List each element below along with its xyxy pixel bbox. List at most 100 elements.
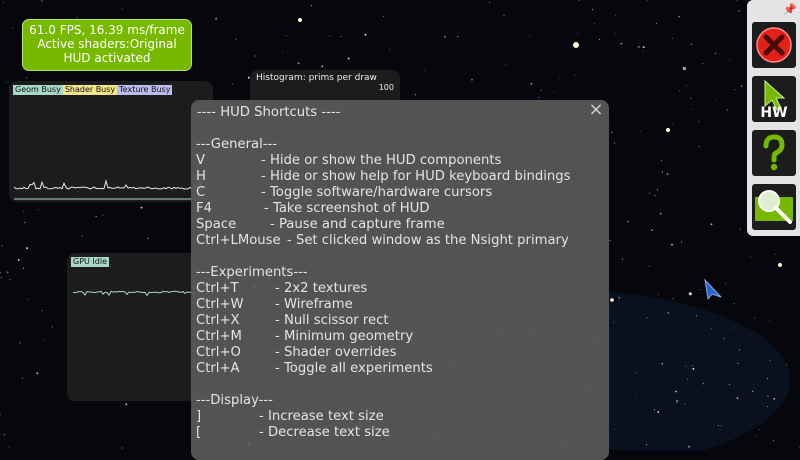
star [661, 160, 662, 161]
star [141, 207, 143, 209]
shortcut-desc: - Wireframe [275, 297, 353, 313]
star [286, 35, 287, 36]
star [699, 289, 700, 290]
star [767, 406, 768, 407]
star [660, 213, 662, 215]
star [737, 397, 739, 399]
star [693, 368, 695, 370]
busy-graph-panel: Geom Busy Shader Busy Texture Busy [9, 81, 213, 202]
shortcut-row: Ctrl+X- Null scissor rect [196, 313, 308, 329]
star [686, 366, 687, 367]
star [52, 327, 53, 328]
hud-shortcuts-panel: × ---- HUD Shortcuts ---- ---General--- … [191, 100, 609, 460]
bright-star [778, 263, 782, 267]
star [96, 216, 97, 217]
star [612, 132, 613, 133]
star [758, 429, 759, 430]
star [594, 23, 595, 24]
star [733, 329, 734, 330]
star [471, 79, 473, 81]
star [658, 294, 659, 295]
star [686, 85, 687, 86]
star [773, 398, 775, 400]
star [718, 425, 719, 426]
star [102, 215, 103, 216]
shortcut-desc: - Pause and capture frame [270, 217, 445, 233]
star [148, 238, 149, 239]
hardware-cursor-button[interactable]: HW [752, 76, 796, 122]
star [554, 91, 555, 92]
star [122, 448, 123, 449]
star [741, 85, 743, 87]
star [691, 109, 692, 110]
star [699, 146, 700, 147]
help-button[interactable] [752, 130, 796, 176]
star [0, 414, 1, 415]
shortcuts-close-button[interactable]: × [587, 101, 605, 119]
shortcut-row: Ctrl+M- Minimum geometry [196, 329, 308, 345]
star [24, 222, 25, 223]
star [673, 298, 674, 299]
exit-hud-button[interactable] [752, 22, 796, 68]
busy-line-graph [9, 81, 213, 202]
star [642, 51, 643, 52]
shortcut-desc: - Minimum geometry [275, 329, 413, 345]
star [769, 320, 770, 321]
bright-star [298, 18, 302, 22]
star [255, 56, 256, 57]
star [38, 209, 39, 210]
shortcut-key: [ [196, 425, 201, 441]
star [687, 379, 688, 380]
mouse-cursor-icon [703, 278, 725, 300]
star [18, 259, 20, 261]
shortcut-key: ] [196, 409, 201, 425]
star [684, 404, 685, 405]
star [6, 82, 7, 83]
star [12, 28, 13, 29]
star [23, 211, 24, 212]
shortcut-key: Ctrl+W [196, 297, 244, 313]
star [618, 297, 620, 299]
star [643, 46, 645, 48]
shortcut-key: Ctrl+A [196, 361, 240, 377]
star [559, 78, 560, 79]
star [10, 279, 11, 280]
star [688, 446, 690, 448]
star [340, 36, 341, 37]
shortcut-key: Ctrl+LMouse [196, 233, 281, 249]
star [329, 35, 330, 36]
star [215, 18, 217, 20]
shortcut-row: Ctrl+LMouse- Set clicked window as the N… [196, 233, 308, 249]
shortcut-key: Ctrl+T [196, 281, 239, 297]
star [711, 223, 713, 225]
pin-icon[interactable]: 📌 [783, 3, 797, 16]
gpu-idle-line-graph [67, 253, 201, 401]
star [348, 58, 350, 60]
star [738, 10, 740, 12]
star [667, 173, 669, 175]
star [649, 266, 650, 267]
shortcut-key: Ctrl+M [196, 329, 242, 345]
star [672, 123, 673, 124]
star [752, 391, 754, 393]
shortcut-desc: - Increase text size [259, 409, 384, 425]
star [727, 109, 728, 110]
shortcut-desc: - 2x2 textures [275, 281, 367, 297]
shortcut-key: H [196, 169, 206, 185]
star [655, 195, 656, 196]
star [770, 360, 771, 361]
star [681, 242, 682, 243]
magnifier-icon [752, 184, 796, 230]
shortcut-row: Ctrl+T- 2x2 textures [196, 281, 308, 297]
star [579, 0, 580, 1]
star [235, 39, 236, 40]
star [654, 409, 655, 410]
star [122, 9, 123, 10]
star [541, 90, 542, 91]
star [614, 429, 615, 430]
star [609, 240, 610, 241]
star [692, 366, 693, 367]
star [678, 16, 680, 18]
fps-readout: 61.0 FPS, 16.39 ms/frame [23, 23, 191, 37]
zoom-button[interactable] [752, 184, 796, 230]
